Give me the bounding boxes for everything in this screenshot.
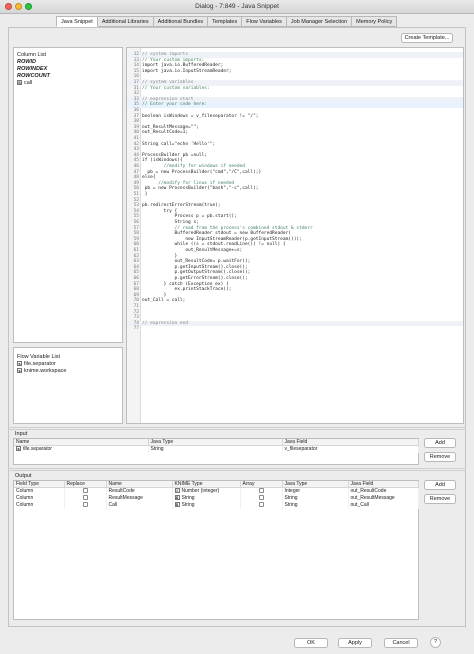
output-row-name: Call: [106, 501, 173, 509]
input-row-java-type: String: [148, 445, 283, 453]
column-list-panel: Column List ROWID ROWINDEX ROWCOUNT Scall: [13, 47, 123, 343]
string-column-icon: S: [17, 80, 22, 86]
replace-checkbox[interactable]: [82, 495, 88, 501]
code-line: 77: [127, 326, 463, 332]
output-row-replace: [64, 501, 107, 509]
string-type-icon: S: [174, 502, 180, 508]
line-number: 77: [133, 326, 139, 332]
tab-java-snippet[interactable]: Java Snippet: [56, 16, 98, 27]
string-variable-icon: s: [17, 368, 22, 374]
output-row-field-type: Column: [14, 487, 65, 495]
output-row-java-type: String: [282, 501, 349, 509]
replace-checkbox[interactable]: [82, 502, 88, 508]
output-remove-button[interactable]: Remove: [424, 494, 456, 504]
output-row-replace: [64, 487, 107, 495]
input-section-title: Input: [15, 431, 28, 437]
cancel-button[interactable]: Cancel: [384, 638, 418, 648]
tab-additional-bundles[interactable]: Additional Bundles: [153, 16, 209, 27]
output-row-java-field: out_Call: [348, 501, 419, 509]
output-row-knime-type: I Number (integer): [172, 487, 241, 495]
output-row-knime-type: S String: [172, 494, 241, 502]
knime-type-label: String: [181, 495, 195, 501]
integer-type-icon: I: [174, 488, 180, 494]
code-editor[interactable]: 12// system imports 13// Your custom impo…: [126, 47, 464, 424]
list-item[interactable]: ROWCOUNT: [14, 73, 122, 80]
list-item[interactable]: s file.separator: [14, 361, 122, 368]
window-titlebar: Dialog - 7:849 - Java Snippet: [0, 0, 474, 14]
output-row-array: [240, 487, 283, 495]
input-add-button[interactable]: Add: [424, 438, 456, 448]
output-row-field-type: Column: [14, 501, 65, 509]
flow-variable-name: knime.workspace: [24, 368, 67, 374]
input-remove-button[interactable]: Remove: [424, 452, 456, 462]
list-item[interactable]: ROWINDEX: [14, 66, 122, 73]
input-table: Name Java Type Java Field s file.separato…: [13, 438, 419, 465]
tab-additional-libraries[interactable]: Additional Libraries: [97, 16, 154, 27]
flow-variable-list: s file.separator s knime.workspace: [14, 361, 122, 375]
column-name: call: [24, 80, 33, 86]
apply-button[interactable]: Apply: [338, 638, 372, 648]
output-row-replace: [64, 494, 107, 502]
output-row-name: ResultMessage: [106, 494, 173, 502]
column-list: ROWID ROWINDEX ROWCOUNT Scall: [14, 59, 122, 87]
tab-flow-variables[interactable]: Flow Variables: [242, 16, 287, 27]
output-row-java-field: out_ResultMessage: [348, 494, 419, 502]
splitter-handle[interactable]: [8, 427, 466, 430]
tab-templates[interactable]: Templates: [208, 16, 243, 27]
output-section-title: Output: [15, 473, 32, 479]
input-row-name: file.separator: [23, 446, 52, 453]
list-item[interactable]: ROWID: [14, 59, 122, 66]
table-row[interactable]: s file.separator String v_fileseparator: [14, 445, 419, 453]
list-item[interactable]: s knime.workspace: [14, 368, 122, 375]
array-checkbox[interactable]: [258, 488, 264, 494]
string-variable-icon: s: [16, 446, 21, 452]
replace-checkbox[interactable]: [82, 488, 88, 494]
output-row-name: ResultCode: [106, 487, 173, 495]
array-checkbox[interactable]: [258, 495, 264, 501]
output-table: Field Type Replace Name KNIME Type Array…: [13, 480, 419, 620]
flow-variable-name: file.separator: [24, 361, 56, 367]
output-grid: Field Type Replace Name KNIME Type Array…: [14, 481, 419, 509]
list-item[interactable]: Scall: [14, 80, 122, 87]
table-row[interactable]: Column Call S String String out_Call: [14, 501, 419, 509]
output-row-knime-type: S String: [172, 501, 241, 509]
table-row[interactable]: Column ResultCode I Number (integer) Integer…: [14, 487, 419, 495]
splitter-handle-2[interactable]: [8, 468, 466, 471]
output-add-button[interactable]: Add: [424, 480, 456, 490]
knime-type-label: String: [181, 502, 195, 508]
ok-button[interactable]: OK: [294, 638, 328, 648]
column-list-title: Column List: [17, 52, 47, 58]
string-variable-icon: s: [17, 361, 22, 367]
string-type-icon: S: [174, 495, 180, 501]
output-row-array: [240, 494, 283, 502]
output-row-field-type: Column: [14, 494, 65, 502]
array-checkbox[interactable]: [258, 502, 264, 508]
column-name: ROWINDEX: [17, 66, 48, 72]
column-name: ROWID: [17, 59, 36, 65]
output-row-java-type: String: [282, 494, 349, 502]
tab-bar: Java Snippet Additional Libraries Addition…: [56, 16, 398, 27]
input-row-java-field: v_fileseparator: [282, 445, 419, 453]
window-title: Dialog - 7:849 - Java Snippet: [195, 3, 279, 10]
tab-memory-policy[interactable]: Memory Policy: [352, 16, 398, 27]
knime-type-label: Number (integer): [181, 488, 220, 495]
column-name: ROWCOUNT: [17, 73, 50, 79]
output-row-java-field: out_ResultCode: [348, 487, 419, 495]
input-grid: Name Java Type Java Field s file.separato…: [14, 439, 419, 453]
output-row-java-type: Integer: [282, 487, 349, 495]
flow-variable-list-title: Flow Variable List: [17, 354, 60, 360]
tab-job-manager-selection[interactable]: Job Manager Selection: [286, 16, 353, 27]
create-template-button[interactable]: Create Template...: [401, 33, 453, 43]
help-button[interactable]: ?: [430, 637, 441, 648]
table-row[interactable]: Column ResultMessage S String String out_Resu…: [14, 494, 419, 502]
output-row-array: [240, 501, 283, 509]
flow-variable-list-panel: Flow Variable List s file.separator s knime…: [13, 347, 123, 424]
